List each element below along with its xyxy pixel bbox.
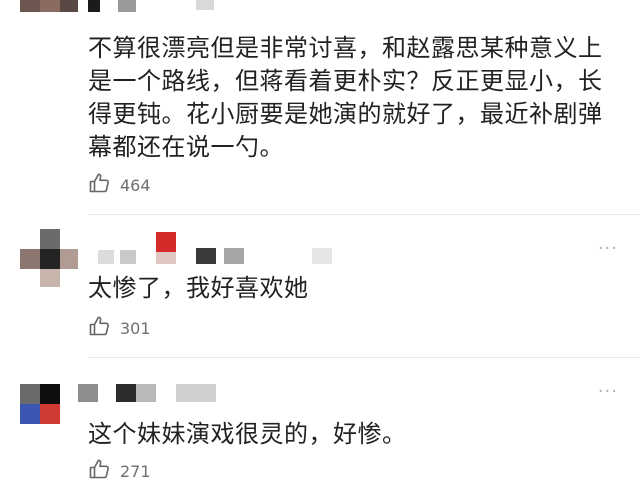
like-count: 301 [120, 318, 151, 338]
comment-item: ··· 这个妹妹演戏很灵的，好惨。 271 [0, 358, 640, 503]
comment-text: 不算很漂亮但是非常讨喜，和赵露思某种意义上是一个路线，但蒋看着更朴实？反正更显小… [88, 34, 603, 161]
more-options-icon[interactable]: ··· [598, 381, 618, 402]
like-button[interactable]: 271 [88, 458, 151, 484]
comment-item: 不算很漂亮但是非常讨喜，和赵露思某种意义上是一个路线，但蒋看着更朴实？反正更显小… [0, 0, 640, 215]
like-count: 464 [120, 175, 151, 195]
like-button[interactable]: 301 [88, 315, 151, 341]
comment-text: 这个妹妹演戏很灵的，好惨。 [88, 420, 407, 448]
more-options-icon[interactable]: ··· [598, 238, 618, 259]
username[interactable] [88, 0, 228, 16]
thumbs-up-icon [88, 171, 112, 199]
thumbs-up-icon [88, 314, 112, 342]
username[interactable] [78, 382, 248, 404]
like-count: 271 [120, 461, 151, 481]
thumbs-up-icon [88, 457, 112, 485]
comment-text: 太惨了，我好喜欢她 [88, 274, 309, 302]
avatar[interactable] [20, 384, 60, 424]
username[interactable] [88, 228, 348, 268]
avatar[interactable] [20, 0, 78, 30]
like-button[interactable]: 464 [88, 172, 151, 198]
comment-item: ··· 太惨了，我好喜欢她 301 [0, 215, 640, 357]
avatar[interactable] [20, 229, 78, 287]
